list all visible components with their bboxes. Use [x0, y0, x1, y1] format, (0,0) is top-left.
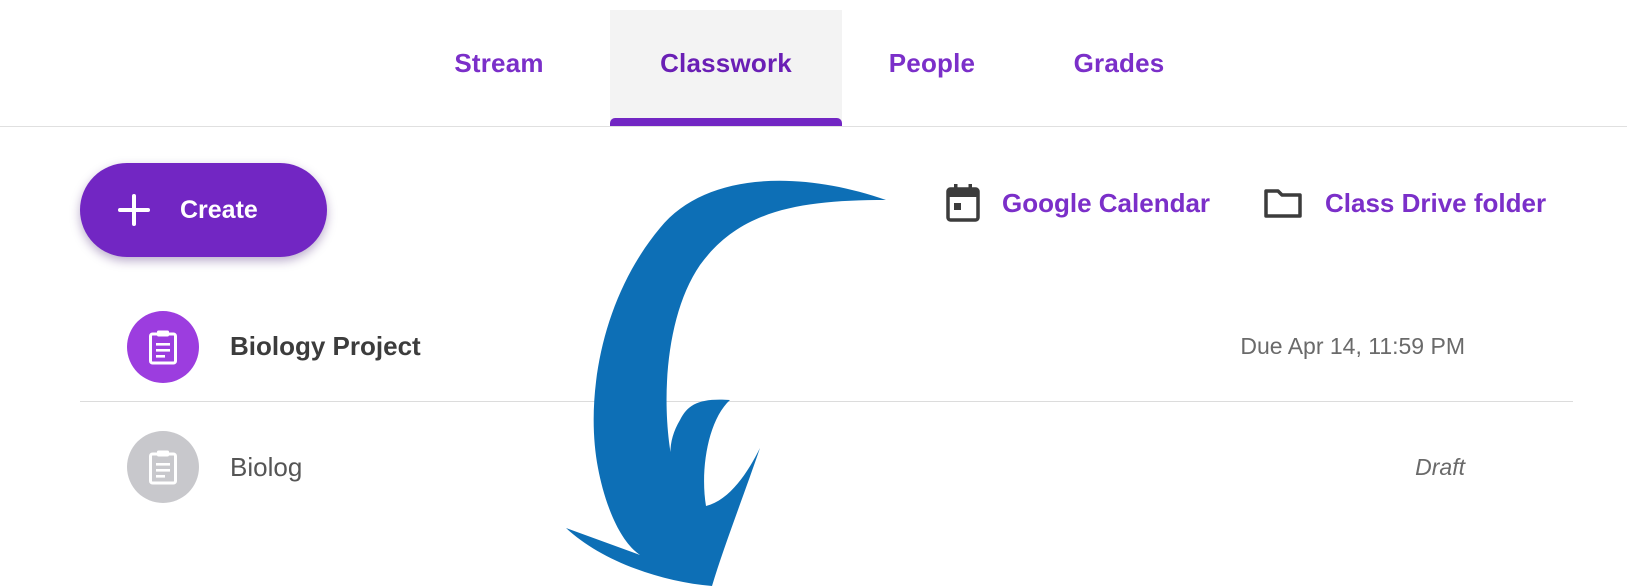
assignment-title: Biolog — [230, 451, 303, 482]
create-button[interactable]: Create — [80, 163, 327, 257]
tab-stream-label: Stream — [454, 47, 544, 78]
tab-people[interactable]: People — [870, 10, 994, 126]
due-date: Due Apr 14, 11:59 PM — [1240, 333, 1465, 359]
tab-bar: Stream Classwork People Grades — [0, 0, 1627, 127]
assignment-title: Biology Project — [230, 331, 421, 361]
tab-classwork-label: Classwork — [660, 47, 792, 78]
tab-people-label: People — [888, 47, 976, 78]
list-item[interactable]: Biolog Draft — [80, 412, 1573, 522]
folder-icon — [1264, 189, 1302, 218]
class-drive-folder-link[interactable]: Class Drive folder — [1263, 178, 1546, 228]
calendar-icon — [946, 184, 980, 222]
draft-status: Draft — [1415, 453, 1465, 480]
plus-icon — [118, 194, 150, 226]
create-button-label: Create — [180, 195, 258, 224]
google-calendar-link[interactable]: Google Calendar — [946, 178, 1210, 228]
tab-classwork[interactable]: Classwork — [610, 10, 842, 126]
assignment-icon — [127, 310, 199, 383]
tab-grades[interactable]: Grades — [1050, 10, 1188, 126]
class-drive-folder-label: Class Drive folder — [1325, 187, 1547, 218]
google-calendar-label: Google Calendar — [1002, 187, 1211, 218]
tab-grades-label: Grades — [1073, 47, 1165, 78]
tab-stream[interactable]: Stream — [440, 10, 558, 126]
assignment-icon — [127, 431, 199, 503]
list-item[interactable]: Biology Project Due Apr 14, 11:59 PM — [80, 292, 1573, 402]
classroom-classwork-page: Stream Classwork People Grades Create Go… — [0, 0, 1627, 586]
